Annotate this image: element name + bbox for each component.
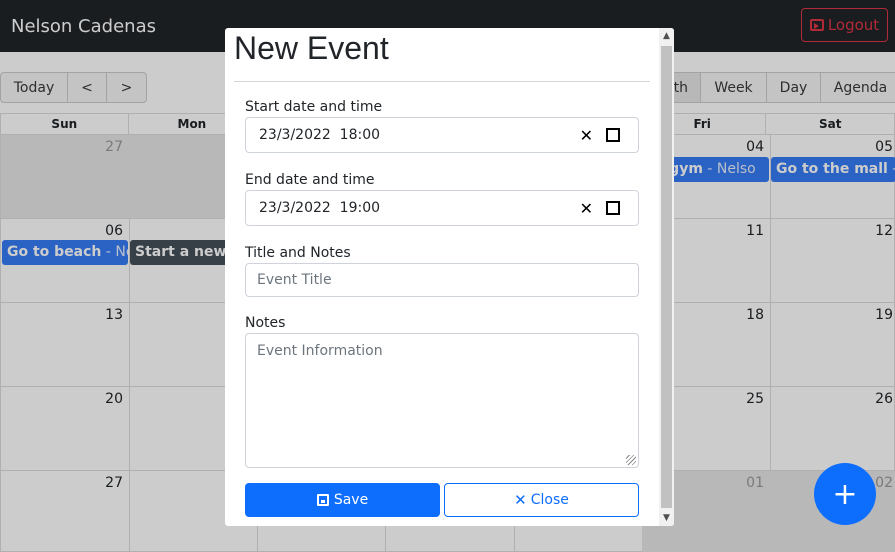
scroll-thumb[interactable] xyxy=(661,46,672,508)
plus-icon: + xyxy=(832,476,858,512)
close-button[interactable]: ✕ Close xyxy=(444,483,639,517)
close-label: Close xyxy=(530,492,569,508)
event-title-placeholder: Event Title xyxy=(257,272,332,288)
calendar-icon[interactable] xyxy=(606,201,620,215)
add-event-button[interactable]: + xyxy=(814,463,876,525)
scroll-up-icon[interactable]: ▲ xyxy=(659,28,674,44)
calendar-icon[interactable] xyxy=(606,128,620,142)
modal-title: New Event xyxy=(234,30,389,66)
notes-textarea[interactable]: Event Information xyxy=(245,333,639,468)
divider xyxy=(234,81,650,82)
resize-handle-icon[interactable] xyxy=(626,455,636,465)
scroll-down-icon[interactable]: ▼ xyxy=(659,510,674,526)
event-title-input[interactable]: Event Title xyxy=(245,263,639,297)
notes-label: Notes xyxy=(245,315,286,331)
modal-scrollbar[interactable]: ▲ ▼ xyxy=(659,28,674,526)
save-label: Save xyxy=(333,492,369,508)
close-icon: ✕ xyxy=(514,491,527,509)
start-date-value: 23/3/2022 18:00 xyxy=(259,127,381,143)
title-notes-label: Title and Notes xyxy=(245,245,351,261)
end-date-value: 23/3/2022 19:00 xyxy=(259,200,381,216)
save-button[interactable]: Save xyxy=(245,483,440,517)
start-date-label: Start date and time xyxy=(245,99,383,115)
end-date-label: End date and time xyxy=(245,172,375,188)
notes-placeholder: Event Information xyxy=(257,343,383,359)
end-date-input[interactable]: 23/3/2022 19:00 ✕ xyxy=(245,190,639,226)
clear-icon[interactable]: ✕ xyxy=(580,199,593,218)
start-date-input[interactable]: 23/3/2022 18:00 ✕ xyxy=(245,117,639,153)
save-icon xyxy=(316,494,329,506)
clear-icon[interactable]: ✕ xyxy=(580,126,593,145)
new-event-modal: New Event Start date and time 23/3/2022 … xyxy=(225,28,674,526)
